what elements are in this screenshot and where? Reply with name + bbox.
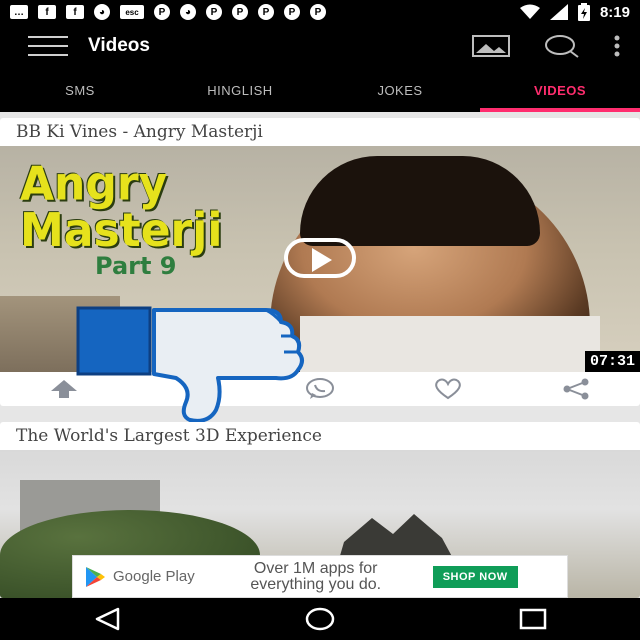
recents-icon <box>520 608 547 630</box>
whatsapp-icon <box>306 378 334 399</box>
tab-bar: SMS HINGLISH JOKES VIDEOS <box>0 68 640 112</box>
clock-text: 8:19 <box>599 3 630 21</box>
chat-icon: … <box>10 5 28 19</box>
pinterest-icon: P <box>154 4 170 20</box>
status-bar: … f f ◕ esc P ◕ P P P P P 8:19 <box>0 0 640 24</box>
tab-sms[interactable]: SMS <box>0 68 160 112</box>
home-icon <box>305 607 335 631</box>
app-screen: … f f ◕ esc P ◕ P P P P P 8:19 Videos SM… <box>0 0 640 640</box>
thumbnail-caption-line1: Angry <box>20 157 168 212</box>
tab-jokes[interactable]: JOKES <box>320 68 480 112</box>
back-icon <box>95 607 119 631</box>
thumbnail-caption: Angry Masterji <box>20 157 223 258</box>
cat-icon: ◕ <box>94 4 110 20</box>
ad-banner[interactable]: Google Play Over 1M apps for everything … <box>72 555 568 598</box>
whatsapp-share-button[interactable] <box>300 374 340 404</box>
pinterest-icon: P <box>232 4 248 20</box>
facebook-icon: f <box>38 5 56 19</box>
pinterest-icon: P <box>310 4 326 20</box>
more-options-icon[interactable] <box>614 35 620 57</box>
heart-icon <box>435 378 461 400</box>
app-bar: Videos <box>0 24 640 68</box>
battery-icon <box>577 3 590 21</box>
pinterest-icon: P <box>258 4 274 20</box>
shop-now-button[interactable]: SHOP NOW <box>432 565 518 588</box>
pinterest-icon: P <box>206 4 222 20</box>
share-icon <box>563 378 589 400</box>
ad-text: Over 1M apps for everything you do. <box>211 559 421 593</box>
ad-text-line2: everything you do. <box>250 575 382 593</box>
home-button[interactable] <box>300 604 340 634</box>
facebook-icon: f <box>66 5 84 19</box>
menu-icon[interactable] <box>28 36 68 56</box>
recents-button[interactable] <box>513 604 553 634</box>
search-icon[interactable] <box>544 34 580 58</box>
page-title: Videos <box>88 35 150 56</box>
esc-icon: esc <box>120 5 144 19</box>
video-title[interactable]: The World's Largest 3D Experience <box>0 422 640 450</box>
thumbs-down-icon <box>76 306 304 423</box>
like-button[interactable] <box>428 374 468 404</box>
thumbnail-subcaption: Part 9 <box>95 252 177 280</box>
share-button[interactable] <box>556 374 596 404</box>
up-arrow-icon <box>51 380 77 398</box>
video-title[interactable]: BB Ki Vines - Angry Masterji <box>0 118 640 146</box>
ad-text-line1: Over 1M apps for <box>253 559 378 577</box>
play-icon[interactable] <box>284 238 356 278</box>
thumbnail-caption-line2: Masterji <box>20 203 223 258</box>
back-button[interactable] <box>87 604 127 634</box>
signal-icon <box>549 4 568 20</box>
cat-icon: ◕ <box>180 4 196 20</box>
wifi-icon <box>519 4 540 19</box>
tab-videos[interactable]: VIDEOS <box>480 68 640 112</box>
navigation-bar <box>0 598 640 640</box>
duration-badge: 07:31 <box>584 351 640 372</box>
ad-brand: Google Play <box>113 568 195 585</box>
pinterest-icon: P <box>284 4 300 20</box>
gallery-icon[interactable] <box>472 35 510 57</box>
tab-hinglish[interactable]: HINGLISH <box>160 68 320 112</box>
google-play-icon <box>86 566 105 587</box>
